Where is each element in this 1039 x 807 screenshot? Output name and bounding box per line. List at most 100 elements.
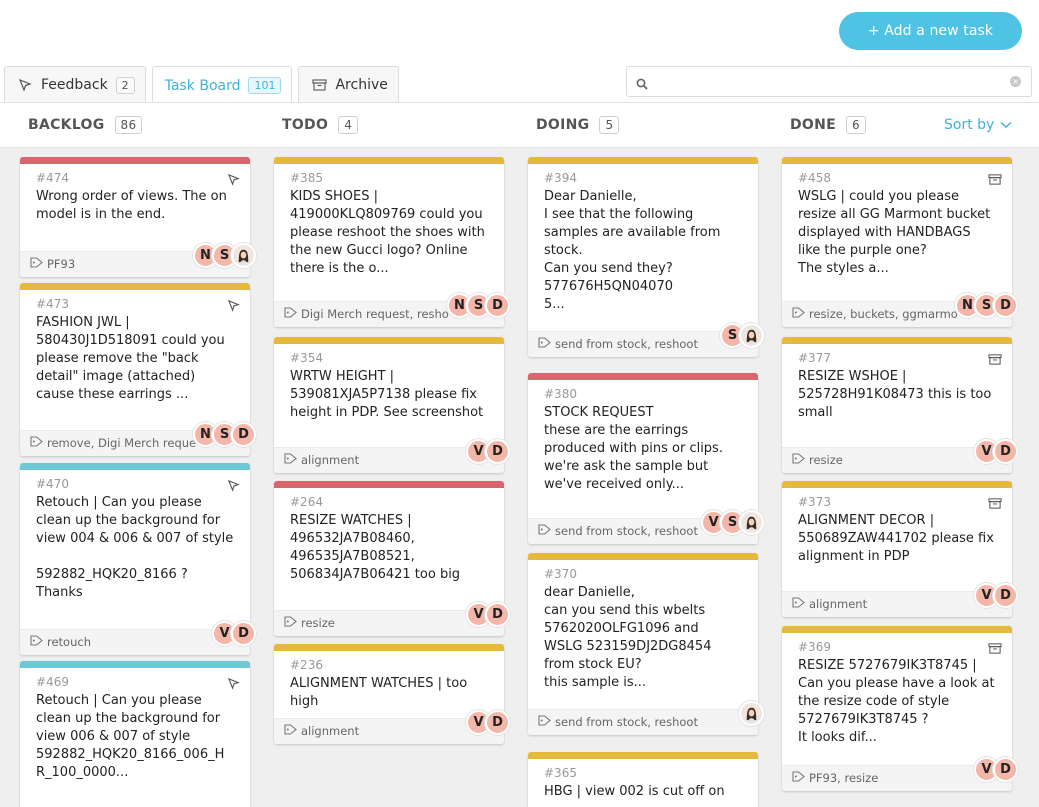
assignee-avatars: VD	[212, 621, 256, 646]
tab-count-badge: 101	[248, 77, 282, 94]
column-headers: BACKLOG 86 TODO 4 DOING 5 DONE 6 Sort by	[0, 102, 1039, 148]
avatar-initial[interactable]: D	[993, 757, 1018, 782]
task-card[interactable]: #377 RESIZE WSHOE | 525728H91K08473 this …	[782, 337, 1018, 473]
card-tags: Digi Merch request, resho	[284, 307, 454, 321]
assignee-avatars	[739, 701, 764, 726]
card-footer: alignment V D	[274, 439, 510, 473]
priority-bar	[528, 373, 758, 380]
clear-search-icon[interactable]: ×	[1010, 76, 1021, 87]
card-footer: resize V D	[782, 439, 1018, 473]
tag-list: resize	[301, 616, 335, 630]
tag-icon	[792, 771, 805, 785]
card-id: #473	[36, 297, 69, 311]
tag-icon	[30, 257, 43, 271]
card-text: ALIGNMENT DECOR | 550689ZAW441702 please…	[798, 513, 994, 564]
avatar-photo[interactable]	[739, 510, 764, 535]
task-card[interactable]: #458 WSLG | could you please resize all G…	[782, 157, 1018, 327]
avatar-initial[interactable]: D	[485, 439, 510, 464]
assignee-avatars: VD	[974, 583, 1018, 608]
task-card[interactable]: #373 ALIGNMENT DECOR | 550689ZAW441702 pl…	[782, 481, 1018, 617]
tab-label: Task Board	[164, 77, 241, 94]
tab-feedback[interactable]: Feedback 2	[4, 66, 146, 103]
card-text: RESIZE WSHOE | 525728H91K08473 this is t…	[798, 369, 992, 420]
task-card[interactable]: #365 HBG | view 002 is cut off on	[528, 752, 758, 807]
task-card[interactable]: #473 FASHION JWL | 580430J1D518091 could …	[20, 283, 256, 456]
card-footer: Digi Merch request, resho N S D	[274, 293, 510, 327]
card-text: WSLG | could you please resize all GG Ma…	[798, 189, 991, 276]
tab-task-board[interactable]: Task Board 101	[151, 66, 293, 104]
assignee-avatars: VD	[466, 439, 510, 464]
priority-bar	[274, 644, 504, 651]
sort-by-label: Sort by	[944, 117, 995, 133]
task-card[interactable]: #354 WRTW HEIGHT | 539081XJA5P7138 please…	[274, 337, 510, 473]
task-card[interactable]: #380 STOCK REQUEST these are the earrings…	[528, 373, 764, 544]
tag-list: PF93, resize	[809, 771, 879, 785]
card-footer: retouch V D	[20, 621, 256, 655]
tag-icon	[30, 436, 43, 450]
priority-bar	[528, 752, 758, 759]
avatar-photo[interactable]	[739, 701, 764, 726]
column-count-badge: 5	[599, 116, 620, 134]
card-id: #236	[290, 658, 323, 672]
tag-icon	[792, 453, 805, 467]
search-input[interactable]	[657, 72, 997, 92]
card-tags: send from stock, reshoot	[538, 715, 708, 729]
add-task-button[interactable]: + Add a new task	[839, 12, 1022, 50]
card-tags: resize	[284, 616, 454, 630]
tag-icon	[538, 337, 551, 351]
archive-icon	[311, 77, 327, 93]
priority-bar	[528, 157, 758, 164]
column-count-badge: 4	[338, 116, 359, 134]
card-id: #458	[798, 171, 831, 185]
task-card[interactable]: #470 Retouch | Can you please clean up th…	[20, 463, 256, 655]
card-id: #377	[798, 351, 831, 365]
tag-list: send from stock, reshoot	[555, 337, 698, 351]
avatar-initial[interactable]: D	[993, 583, 1018, 608]
card-id: #354	[290, 351, 323, 365]
task-card[interactable]: #236 ALIGNMENT WATCHES | too high alignmen…	[274, 644, 510, 744]
tag-icon	[538, 524, 551, 538]
tab-archive[interactable]: Archive	[298, 66, 399, 103]
tag-icon	[538, 715, 551, 729]
avatar-initial[interactable]: D	[485, 710, 510, 735]
avatar-initial[interactable]: D	[993, 293, 1018, 318]
avatar-photo[interactable]	[231, 243, 256, 268]
card-text: STOCK REQUEST these are the earrings pro…	[544, 405, 723, 492]
card-id: #365	[544, 766, 577, 780]
card-footer: remove, Digi Merch reque N S D	[20, 422, 256, 456]
search-box: ×	[626, 66, 1032, 97]
card-tags: alignment	[792, 597, 962, 611]
card-text: RESIZE WATCHES | 496532JA7B08460, 496535…	[290, 513, 461, 582]
card-text: FASHION JWL | 580430J1D518091 could you …	[36, 315, 225, 402]
card-footer: alignment V D	[782, 583, 1018, 617]
avatar-initial[interactable]: D	[993, 439, 1018, 464]
assignee-avatars: S	[720, 323, 764, 348]
card-footer: send from stock, reshoot	[528, 701, 764, 735]
column-header-todo: TODO 4	[282, 103, 359, 147]
task-card[interactable]: #474 Wrong order of views. The on model i…	[20, 157, 256, 277]
cursor-icon	[17, 77, 33, 93]
avatar-photo[interactable]	[739, 323, 764, 348]
column-header-done: DONE 6	[790, 103, 866, 147]
column-title: TODO	[282, 117, 329, 133]
tag-icon	[284, 307, 297, 321]
priority-bar	[20, 463, 250, 470]
tag-icon	[792, 597, 805, 611]
task-card[interactable]: #394 Dear Danielle, I see that the follow…	[528, 157, 764, 357]
avatar-initial[interactable]: D	[485, 293, 510, 318]
priority-bar	[20, 157, 250, 164]
task-card[interactable]: #370 dear Danielle, can you send this wbe…	[528, 553, 764, 735]
avatar-initial[interactable]: D	[231, 422, 256, 447]
card-id: #370	[544, 567, 577, 581]
card-tags: send from stock, reshoot	[538, 337, 708, 351]
card-tags: send from stock, reshoot	[538, 524, 708, 538]
avatar-initial[interactable]: D	[485, 602, 510, 627]
task-card[interactable]: #385 KIDS SHOES | 419000KLQ809769 could y…	[274, 157, 510, 327]
avatar-initial[interactable]: D	[231, 621, 256, 646]
sort-by-dropdown[interactable]: Sort by	[944, 117, 1012, 133]
card-text: WRTW HEIGHT | 539081XJA5P7138 please fix…	[290, 369, 484, 420]
task-card[interactable]: #369 RESIZE 5727679IK3T8745 | Can you ple…	[782, 626, 1018, 791]
task-card[interactable]: #264 RESIZE WATCHES | 496532JA7B08460, 49…	[274, 481, 510, 636]
tag-list: alignment	[301, 724, 360, 738]
task-card[interactable]: #469 Retouch | Can you please clean up th…	[20, 661, 250, 807]
